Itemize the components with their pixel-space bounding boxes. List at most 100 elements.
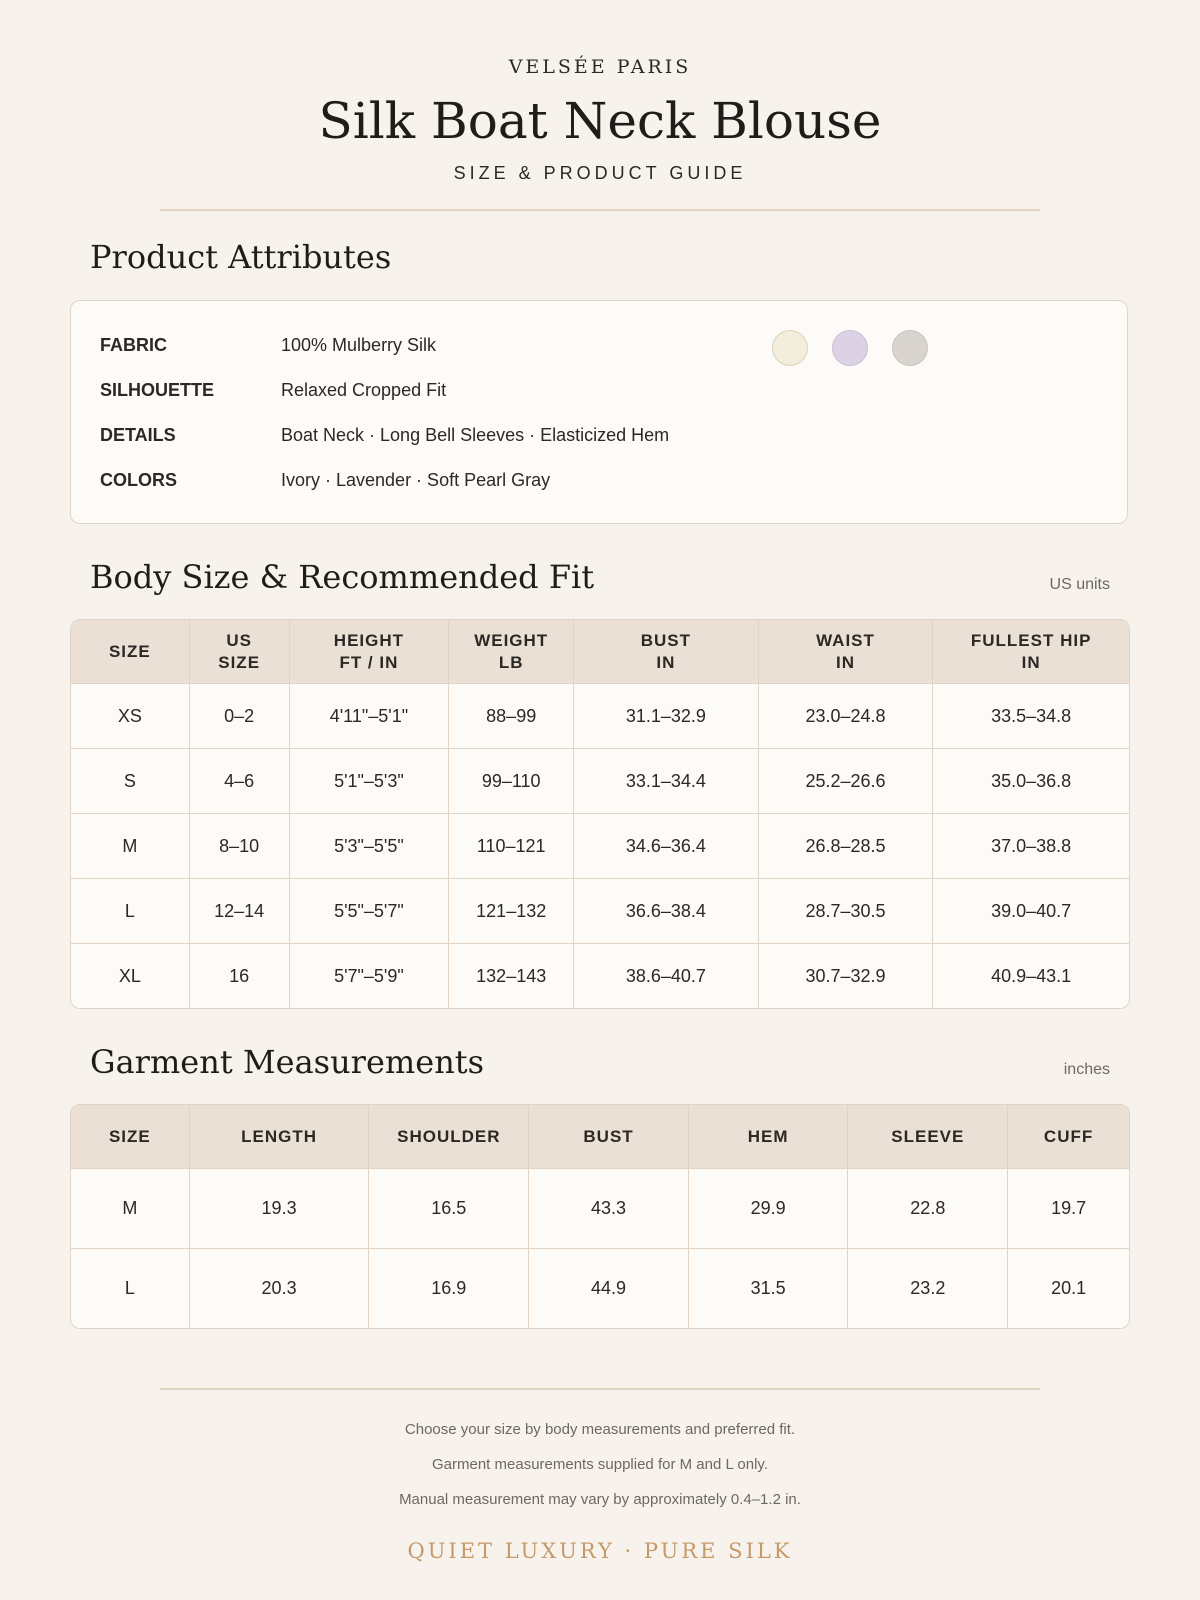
table-header-row: SIZE US SIZE HEIGHT FT / IN WEIGHT LB BUST I…: [71, 620, 1129, 684]
table-cell: 16: [190, 944, 290, 1008]
brand-tagline: QUIET LUXURY · PURE SILK: [407, 1539, 793, 1563]
table-header-row: SIZE LENGTH SHOULDER BUST HEM SLEEVE CUF…: [71, 1105, 1129, 1169]
table-cell: 5'1"–5'3": [289, 749, 450, 814]
header-bust: BUST IN: [574, 620, 759, 684]
table-cell: 37.0–38.8: [933, 814, 1129, 879]
header-size: SIZE: [71, 620, 190, 684]
table-cell: M: [71, 1169, 190, 1249]
header-label: WEIGHT: [474, 630, 549, 650]
table-cell: 20.3: [190, 1249, 370, 1328]
header-label: BUST: [640, 630, 692, 650]
table-cell: 121–132: [449, 879, 575, 944]
header-sublabel: FT / IN: [339, 652, 399, 672]
table-cell: 5'7"–5'9": [290, 944, 450, 1008]
footer-note: Garment measurements supplied for M and …: [432, 1456, 768, 1473]
table-cell: 19.3: [189, 1169, 370, 1249]
brand-name: VELSÉE PARIS: [508, 56, 692, 78]
table-cell: 38.6–40.7: [574, 944, 759, 1008]
color-swatch-lavender[interactable]: [832, 330, 868, 366]
header-sublabel: SIZE: [218, 652, 261, 672]
garment-measurements-table: SIZE LENGTH SHOULDER BUST HEM SLEEVE CUF…: [70, 1104, 1130, 1329]
header-length: LENGTH: [189, 1105, 370, 1169]
table-cell: L: [71, 879, 190, 944]
table-cell: 26.8–28.5: [758, 814, 934, 879]
section-title-garment: Garment Measurements: [90, 1043, 485, 1081]
table-cell: 5'3"–5'5": [289, 814, 450, 879]
table-cell: 4'11"–5'1": [289, 684, 450, 749]
table-cell: 5'5"–5'7": [289, 879, 450, 944]
table-cell: 31.1–32.9: [574, 684, 759, 749]
unit-note-body-size: US units: [1049, 576, 1110, 593]
table-cell: 33.1–34.4: [574, 749, 759, 814]
page-subtitle: SIZE & PRODUCT GUIDE: [453, 163, 747, 183]
header-sublabel: LB: [498, 652, 524, 672]
table-cell: 25.2–26.6: [758, 749, 934, 814]
attribute-value: 100% Mulberry Silk: [281, 335, 437, 355]
unit-note-garment: inches: [1063, 1061, 1110, 1078]
header-cuff: CUFF: [1008, 1105, 1129, 1169]
table-cell: 132–143: [449, 944, 575, 1008]
header-waist: WAIST IN: [758, 620, 934, 684]
header-sublabel: IN: [835, 652, 855, 672]
table-cell: 39.0–40.7: [933, 879, 1129, 944]
table-cell: 88–99: [449, 684, 575, 749]
header-size: SIZE: [71, 1105, 190, 1169]
table-row: XL 16 5'7"–5'9" 132–143 38.6–40.7 30.7–3…: [71, 944, 1129, 1008]
table-row: M 8–10 5'3"–5'5" 110–121 34.6–36.4 26.8–…: [71, 814, 1129, 879]
table-row: L 20.3 16.9 44.9 31.5 23.2 20.1: [71, 1249, 1129, 1328]
header-fullest-hip: FULLEST HIP IN: [933, 620, 1129, 684]
table-cell: 4–6: [189, 749, 290, 814]
header-height: HEIGHT FT / IN: [289, 620, 450, 684]
footer-note: Choose your size by body measurements an…: [404, 1421, 796, 1438]
header-label: US: [226, 630, 252, 650]
table-cell: 8–10: [189, 814, 290, 879]
header-label: SIZE: [108, 641, 151, 661]
header-us-size: US SIZE: [189, 620, 290, 684]
table-cell: 43.3: [529, 1169, 689, 1249]
header-sublabel: IN: [656, 652, 676, 672]
header-sleeve: SLEEVE: [848, 1105, 1009, 1169]
header-label: HEIGHT: [333, 630, 405, 650]
table-row: M 19.3 16.5 43.3 29.9 22.8 19.7: [71, 1169, 1129, 1249]
table-cell: L: [71, 1249, 190, 1328]
table-cell: 16.5: [369, 1169, 530, 1249]
table-cell: 36.6–38.4: [574, 879, 759, 944]
section-title-attributes: Product Attributes: [90, 238, 392, 276]
table-cell: 40.9–43.1: [991, 965, 1072, 986]
attribute-value: Relaxed Cropped Fit: [281, 380, 447, 400]
table-cell: 23.0–24.8: [758, 684, 934, 749]
table-cell: 28.7–30.5: [758, 879, 934, 944]
body-size-table: SIZE US SIZE HEIGHT FT / IN WEIGHT LB BUST I…: [70, 619, 1130, 1009]
table-cell: XS: [71, 684, 190, 749]
section-title-body-size: Body Size & Recommended Fit: [90, 558, 595, 596]
attribute-value: Ivory · Lavender · Soft Pearl Gray: [281, 470, 551, 490]
table-cell: 34.6–36.4: [574, 814, 759, 879]
table-cell: 0–2: [189, 684, 290, 749]
color-swatch-soft-pearl-gray[interactable]: [892, 330, 928, 366]
table-cell: 35.0–36.8: [933, 749, 1129, 814]
color-swatch-ivory[interactable]: [772, 330, 808, 366]
table-cell: 12–14: [189, 879, 290, 944]
table-row: L 12–14 5'5"–5'7" 121–132 36.6–38.4 28.7…: [71, 879, 1129, 944]
header-divider: [160, 209, 1040, 211]
table-cell: 16.9: [369, 1249, 530, 1328]
table-cell: 22.8: [848, 1169, 1009, 1249]
table-cell: 30.7–32.9: [759, 944, 934, 1008]
attribute-label: COLORS: [100, 470, 178, 490]
header-weight: WEIGHT LB: [449, 620, 575, 684]
table-cell: M: [71, 814, 190, 879]
product-attributes-card: FABRIC 100% Mulberry Silk SILHOUETTE Rel…: [70, 300, 1128, 524]
table-cell: 29.9: [688, 1169, 849, 1249]
table-cell: 33.5–34.8: [933, 684, 1129, 749]
footer-note: Manual measurement may vary by approxima…: [399, 1491, 801, 1508]
table-row: XS 0–2 4'11"–5'1" 88–99 31.1–32.9 23.0–2…: [71, 684, 1129, 749]
header-sublabel: IN: [1021, 652, 1041, 672]
table-cell: 20.1: [1051, 1278, 1087, 1298]
attribute-label: FABRIC: [100, 335, 167, 355]
header-hem: HEM: [688, 1105, 849, 1169]
table-cell: S: [71, 749, 190, 814]
table-cell: 110–121: [449, 814, 575, 879]
table-cell: 23.2: [848, 1249, 1009, 1328]
header-bust: BUST: [529, 1105, 689, 1169]
attribute-label: DETAILS: [100, 425, 176, 445]
